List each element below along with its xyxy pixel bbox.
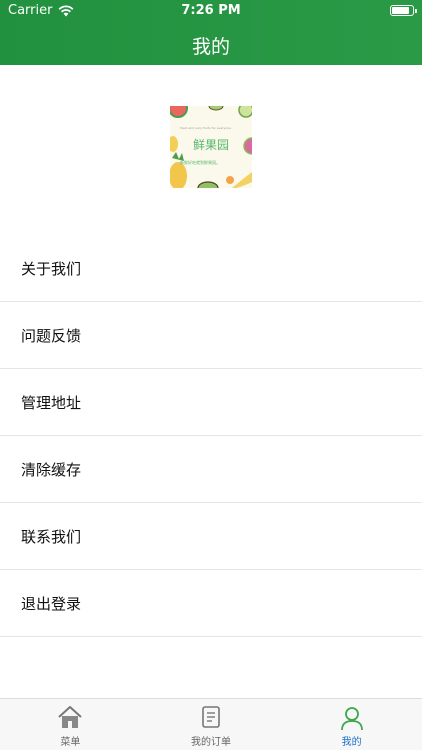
menu-item-contact-us[interactable]: 联系我们 [0, 503, 422, 570]
app-logo: fresh and juicy fruits for everyone 鲜果园 … [170, 106, 252, 188]
menu-item-manage-address[interactable]: 管理地址 [0, 369, 422, 436]
tab-my-orders[interactable]: 我的订单 [141, 699, 282, 750]
menu-item-label: 问题反馈 [21, 326, 82, 345]
home-icon [58, 706, 83, 728]
menu-item-label: 清除缓存 [21, 460, 82, 479]
logo-slogan: 新鲜好吃就到鲜果园。 [180, 160, 220, 165]
tab-menu[interactable]: 菜单 [0, 699, 141, 750]
menu-item-clear-cache[interactable]: 清除缓存 [0, 436, 422, 503]
battery-icon [390, 5, 417, 16]
profile-icon [340, 707, 363, 731]
logo-tagline: fresh and juicy fruits for everyone [180, 126, 231, 130]
menu-item-feedback[interactable]: 问题反馈 [0, 302, 422, 369]
menu-item-label: 退出登录 [21, 594, 82, 613]
menu-item-logout[interactable]: 退出登录 [0, 570, 422, 637]
header: Carrier 7:26 PM 我的 [0, 0, 422, 65]
settings-menu: 关于我们 问题反馈 管理地址 清除缓存 联系我们 退出登录 [0, 235, 422, 637]
page-title: 我的 [191, 36, 230, 58]
logo-name: 鲜果园 [192, 138, 229, 152]
tab-profile[interactable]: 我的 [281, 699, 422, 750]
tab-label: 菜单 [60, 737, 81, 748]
tab-label: 我的 [341, 737, 362, 748]
menu-item-label: 管理地址 [21, 393, 82, 412]
menu-item-about-us[interactable]: 关于我们 [0, 235, 422, 302]
status-time: 7:26 PM [181, 3, 241, 18]
tab-label: 我的订单 [191, 737, 231, 748]
status-bar: Carrier 7:26 PM [0, 0, 422, 22]
order-icon [202, 706, 220, 728]
screen: Carrier 7:26 PM 我的 fresh and juicy fruit… [0, 0, 422, 750]
menu-item-label: 关于我们 [21, 259, 82, 278]
tab-bar: 菜单 我的订单 我的 [0, 698, 422, 750]
battery-fill [392, 7, 409, 14]
menu-item-label: 联系我们 [21, 527, 82, 546]
